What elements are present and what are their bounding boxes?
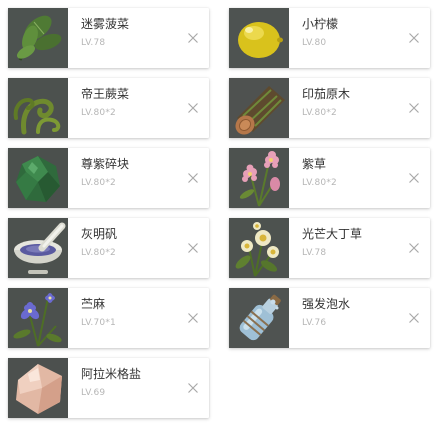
- material-level: LV.80*2: [81, 108, 116, 118]
- close-icon[interactable]: [187, 172, 199, 184]
- material-card-lignum-vitae-log: 印茄原木 LV.80*2: [229, 78, 430, 138]
- material-level: LV.69: [81, 388, 106, 398]
- material-card-imperial-fiddlehead: 帝王蕨菜 LV.80*2: [8, 78, 209, 138]
- close-icon[interactable]: [408, 242, 420, 254]
- close-icon[interactable]: [187, 312, 199, 324]
- material-level: LV.80*2: [302, 108, 337, 118]
- material-name: 灰明矾: [81, 227, 118, 241]
- material-level: LV.80*2: [81, 248, 116, 258]
- material-name: 光芒大丁草: [302, 227, 363, 241]
- lemon-icon: [229, 8, 289, 68]
- log-icon: [229, 78, 289, 138]
- salt-crystal-icon: [8, 358, 68, 418]
- material-card-mist-spinach: 迷雾菠菜 LV.78: [8, 8, 209, 68]
- material-level: LV.76: [302, 318, 327, 328]
- close-icon[interactable]: [187, 32, 199, 44]
- fern-icon: [8, 78, 68, 138]
- material-name: 印茄原木: [302, 87, 351, 101]
- material-name: 尊紫碎块: [81, 157, 130, 171]
- mortar-icon: [8, 218, 68, 278]
- close-icon[interactable]: [408, 312, 420, 324]
- material-level: LV.80*2: [81, 178, 116, 188]
- close-icon[interactable]: [408, 102, 420, 114]
- material-level: LV.78: [302, 248, 327, 258]
- material-card-purple-shard: 尊紫碎块 LV.80*2: [8, 148, 209, 208]
- spinach-icon: [8, 8, 68, 68]
- material-level: LV.80: [302, 38, 327, 48]
- close-icon[interactable]: [408, 32, 420, 44]
- material-level: LV.80*2: [302, 178, 337, 188]
- material-card-radiant-gerbera: 光芒大丁草 LV.78: [229, 218, 430, 278]
- material-card-purple-grass: 紫草 LV.80*2: [229, 148, 430, 208]
- material-name: 强发泡水: [302, 297, 351, 311]
- material-card-ramie: 苎麻 LV.70*1: [8, 288, 209, 348]
- material-name: 迷雾菠菜: [81, 17, 130, 31]
- material-card-ala-mhigan-salt: 阿拉米格盐 LV.69: [8, 358, 209, 418]
- material-name: 阿拉米格盐: [81, 367, 142, 381]
- close-icon[interactable]: [187, 242, 199, 254]
- white-flower-icon: [229, 218, 289, 278]
- material-card-grey-alum: 灰明矾 LV.80*2: [8, 218, 209, 278]
- material-name: 帝王蕨菜: [81, 87, 130, 101]
- material-card-effervescent-water: 强发泡水 LV.76: [229, 288, 430, 348]
- water-bottle-icon: [229, 288, 289, 348]
- material-card-little-lemon: 小柠檬 LV.80: [229, 8, 430, 68]
- material-name: 小柠檬: [302, 17, 339, 31]
- material-level: LV.78: [81, 38, 106, 48]
- close-icon[interactable]: [187, 102, 199, 114]
- material-level: LV.70*1: [81, 318, 116, 328]
- close-icon[interactable]: [408, 172, 420, 184]
- material-list: 迷雾菠菜 LV.78 小柠檬 LV.80 帝王蕨菜 LV.80*2 印茄原木 L…: [0, 0, 438, 427]
- purple-flower-icon: [8, 288, 68, 348]
- material-name: 紫草: [302, 157, 327, 171]
- material-name: 苎麻: [81, 297, 106, 311]
- pink-flower-icon: [229, 148, 289, 208]
- close-icon[interactable]: [187, 382, 199, 394]
- green-crystal-icon: [8, 148, 68, 208]
